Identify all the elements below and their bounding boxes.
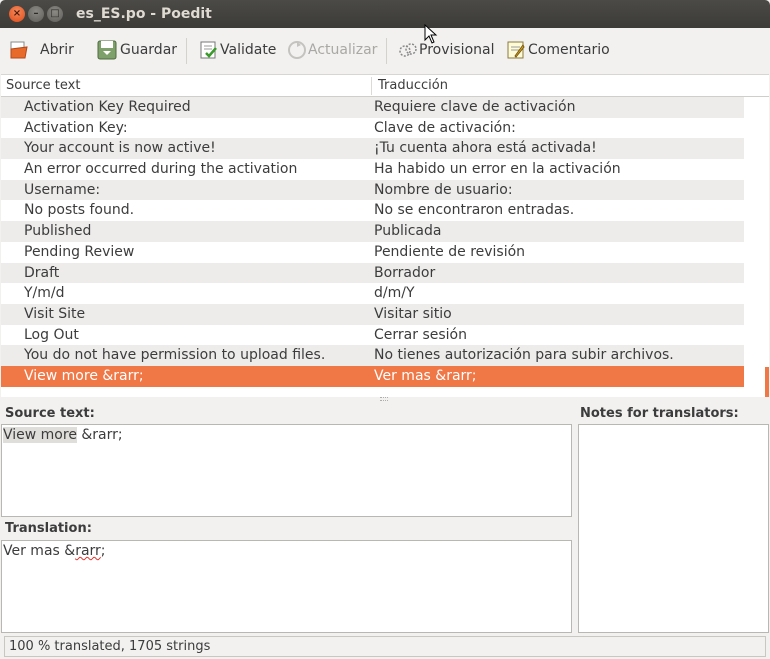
row-translation: Nombre de usuario: [374, 181, 513, 198]
horizontal-splitter-handle[interactable] [380, 397, 388, 401]
mouse-cursor-icon [424, 24, 438, 44]
fuzzy-label: Provisional [419, 42, 495, 58]
row-translation: Requiere clave de activación [374, 99, 576, 115]
row-source: Y/m/d [24, 285, 65, 302]
row-translation: No tienes autorización para subir archiv… [374, 347, 674, 364]
row-source: An error occurred during the activation [24, 161, 298, 178]
row-translation: Ver mas &rarr; [374, 367, 477, 384]
column-header-translation[interactable]: Traducción [378, 78, 448, 93]
strings-list: Source text Traducción Activation Key Re… [1, 74, 769, 397]
row-translation: Pendiente de revisión [374, 243, 526, 260]
column-separator[interactable] [371, 77, 372, 95]
list-row[interactable]: Draft Borrador [1, 262, 744, 284]
notes-area[interactable] [578, 424, 769, 633]
source-text-area[interactable]: View more &rarr; [1, 424, 572, 517]
translation-text-part: Ver mas & [3, 543, 76, 559]
open-button[interactable]: Abrir [8, 38, 74, 62]
maximize-window-button[interactable]: □ [47, 6, 63, 22]
row-source: Activation Key Required [24, 99, 191, 115]
save-label: Guardar [120, 42, 178, 58]
list-row[interactable]: Visit Site Visitar sitio [1, 303, 744, 325]
source-text-content: View more &rarr; [3, 427, 123, 443]
row-translation: d/m/Y [374, 285, 415, 302]
update-label: Actualizar [308, 42, 378, 58]
close-window-button[interactable]: × [9, 6, 25, 22]
spelling-error-word: rarr [75, 543, 101, 559]
list-row[interactable]: Log Out Cerrar sesión [1, 324, 744, 346]
list-row[interactable]: Activation Key Required Requiere clave de… [1, 97, 744, 118]
status-bar: 100 % translated, 1705 strings [4, 636, 766, 657]
list-rows: Activation Key Required Requiere clave de… [1, 97, 744, 387]
validate-label: Validate [220, 42, 277, 58]
row-translation: ¡Tu cuenta ahora está activada! [374, 140, 597, 157]
row-source: Pending Review [24, 243, 135, 260]
row-translation: Clave de activación: [374, 119, 516, 136]
list-header: Source text Traducción [1, 75, 769, 97]
list-row-selected[interactable]: View more &rarr; Ver mas &rarr; [1, 365, 744, 387]
list-row[interactable]: Published Publicada [1, 221, 744, 242]
source-text-label: Source text: [5, 406, 95, 421]
row-source: Published [24, 223, 92, 240]
list-row[interactable]: Pending Review Pendiente de revisión [1, 241, 744, 263]
row-source: Your account is now active! [24, 140, 216, 157]
translation-text-content: Ver mas &rarr; [3, 543, 106, 559]
translation-label: Translation: [5, 521, 92, 536]
list-row[interactable]: You do not have permission to upload fil… [1, 345, 744, 366]
validate-button[interactable]: Validate [198, 38, 276, 62]
row-translation: Ha habido un error en la activación [374, 161, 621, 178]
row-translation: Visitar sitio [374, 305, 452, 322]
row-source: No posts found. [24, 202, 135, 219]
open-label: Abrir [40, 42, 74, 58]
vertical-splitter-handle[interactable] [572, 400, 576, 630]
save-button[interactable]: Guardar [96, 38, 177, 62]
translation-text-part: ; [100, 543, 106, 559]
fuzzy-icon [397, 39, 419, 61]
list-row[interactable]: Activation Key: Clave de activación: [1, 117, 744, 139]
source-text-highlight: View more [3, 427, 77, 443]
row-source: Username: [24, 181, 101, 198]
row-source: Draft [24, 264, 60, 281]
update-button[interactable]: Actualizar [286, 38, 377, 62]
list-row[interactable]: An error occurred during the activation H… [1, 159, 744, 180]
list-row[interactable]: Your account is now active! ¡Tu cuenta ah… [1, 138, 744, 160]
fuzzy-button[interactable]: Provisional [397, 38, 494, 62]
list-row[interactable]: Y/m/d d/m/Y [1, 283, 744, 304]
row-source: Visit Site [24, 305, 86, 322]
source-text-rest: &rarr; [76, 427, 123, 443]
row-source: View more &rarr; [24, 367, 144, 384]
row-translation: Borrador [374, 264, 436, 281]
update-icon [286, 39, 308, 61]
validate-icon [198, 39, 220, 61]
column-header-source[interactable]: Source text [6, 78, 80, 93]
toolbar-separator [186, 38, 187, 64]
row-source: You do not have permission to upload fil… [24, 347, 326, 364]
save-icon [96, 39, 118, 61]
row-source: Log Out [24, 326, 79, 343]
window-title: es_ES.po - Poedit [76, 6, 212, 22]
row-translation: No se encontraron entradas. [374, 202, 575, 219]
row-source: Activation Key: [24, 119, 128, 136]
minimize-window-button[interactable]: – [28, 6, 44, 22]
toolbar: Abrir Guardar Validate Actualizar Provis… [0, 28, 770, 72]
comment-icon [505, 39, 527, 61]
open-file-icon [8, 39, 30, 61]
list-scroll-indicator[interactable] [765, 367, 769, 397]
row-translation: Cerrar sesión [374, 326, 467, 343]
title-bar: × – □ es_ES.po - Poedit [0, 0, 770, 28]
list-row[interactable]: No posts found. No se encontraron entrada… [1, 200, 744, 222]
comment-label: Comentario [528, 42, 610, 58]
notes-label: Notes for translators: [580, 406, 739, 421]
status-text: 100 % translated, 1705 strings [9, 639, 211, 654]
toolbar-separator [386, 38, 387, 64]
list-row[interactable]: Username: Nombre de usuario: [1, 179, 744, 201]
comment-button[interactable]: Comentario [505, 38, 610, 62]
row-translation: Publicada [374, 223, 442, 240]
translation-input[interactable]: Ver mas &rarr; [1, 540, 572, 633]
